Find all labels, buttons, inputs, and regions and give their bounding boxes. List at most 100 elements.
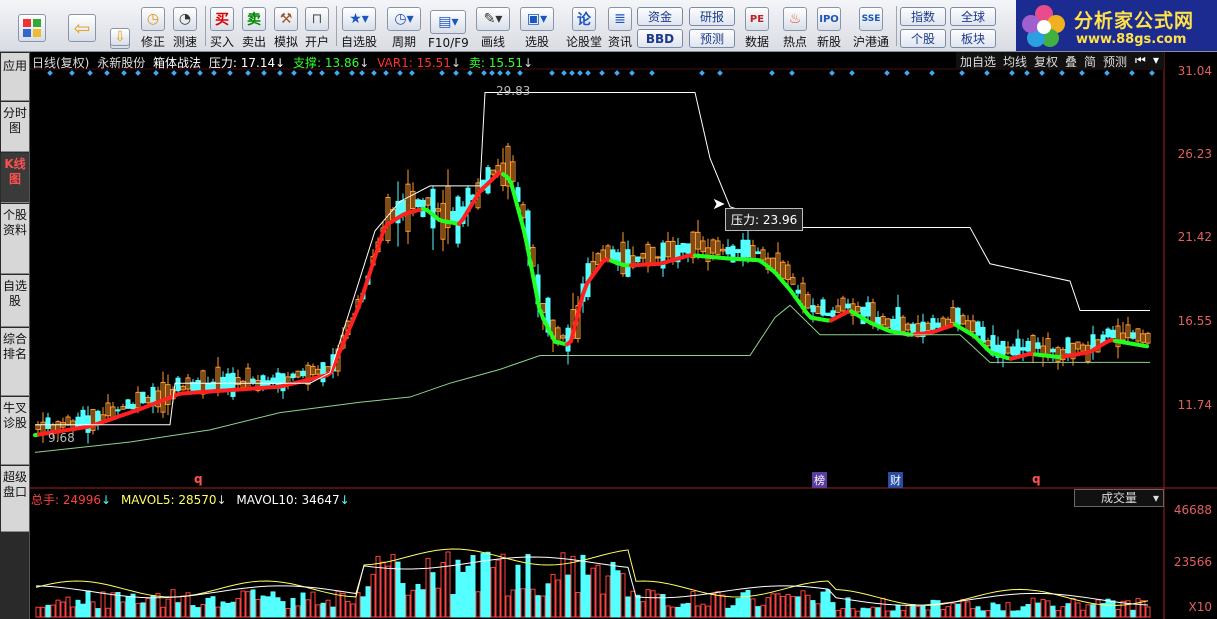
- toolbar-button-open-account[interactable]: ⊓ 开户: [305, 2, 329, 50]
- adjust-button[interactable]: 复权: [1034, 53, 1058, 69]
- tab-kline[interactable]: K线图: [1, 153, 29, 203]
- toolbar-button-ipo[interactable]: IPO 新股: [817, 2, 841, 50]
- volume-bar: [440, 561, 446, 618]
- pill-forecast[interactable]: 预测: [689, 29, 735, 48]
- toolbar-label: 数据: [745, 35, 770, 49]
- indicator-line: [517, 210, 525, 229]
- toolbar-button-f10[interactable]: ▤▾ F10/F9: [428, 2, 469, 50]
- event-marker[interactable]: 财: [888, 472, 903, 488]
- candle-body: [450, 211, 456, 223]
- arrow-down-button[interactable]: ⇩: [110, 26, 130, 48]
- volume-bar: [150, 595, 156, 618]
- candle-body: [1130, 332, 1136, 339]
- volume-bar: [755, 606, 761, 618]
- tab-apps[interactable]: 应用: [1, 53, 29, 101]
- toolbar-button-draw[interactable]: ✎▾ 画线: [476, 2, 510, 50]
- toolbar-button-simulate[interactable]: ⚒ 模拟: [274, 2, 298, 50]
- volume-bar: [1010, 610, 1016, 618]
- chevron-down-icon: ▾: [1152, 491, 1159, 505]
- volume-bar: [975, 606, 981, 618]
- candle-body: [1035, 342, 1041, 349]
- pill-research[interactable]: 研报: [689, 7, 735, 26]
- add-watchlist-button[interactable]: 加自选: [960, 53, 996, 69]
- first-page-icon[interactable]: ⏮: [1135, 53, 1146, 68]
- toolbar-button-data[interactable]: PE 数据: [745, 2, 769, 50]
- simple-button[interactable]: 简: [1084, 53, 1096, 69]
- back-button[interactable]: ⇦: [68, 2, 96, 50]
- volume-bar: [295, 605, 301, 618]
- kline-chart-area[interactable]: 日线(复权) 永新股份 箱体战法 压力: 17.14↓ 支撑: 13.86↓ V…: [30, 52, 1217, 619]
- buy-icon: 买: [210, 7, 234, 31]
- toolbar-button-period[interactable]: ◷▾ 周期: [387, 2, 421, 50]
- signal-diamond: [1009, 70, 1015, 76]
- tab-intraday[interactable]: 分时图: [1, 102, 29, 152]
- pill-global[interactable]: 全球: [950, 7, 996, 26]
- tab-watchlist[interactable]: 自选股: [1, 275, 29, 327]
- toolbar-button-hot[interactable]: ♨ 热点: [783, 2, 807, 50]
- main-toolbar: ⇦ ⇧ ⇩ ◷修正 ◔测速 买买入 卖卖出 ⚒模拟 ⊓开户 ★▾自选股 ◷▾周期…: [0, 0, 1217, 52]
- volume-header: 总手: 24996↓ MAVOL5: 28570↓ MAVOL10: 34647…: [31, 493, 350, 507]
- pill-bbd[interactable]: BBD: [637, 29, 683, 48]
- chevron-down-icon[interactable]: ▾: [1153, 53, 1159, 68]
- toolbar-button-screener[interactable]: ▣▾ 选股: [520, 2, 554, 50]
- pill-funds[interactable]: 资金: [637, 7, 683, 26]
- pill-index[interactable]: 指数: [900, 7, 946, 26]
- speed-clock-icon: ◔: [173, 7, 197, 31]
- volume-bar: [870, 606, 876, 618]
- toolbar-label: 周期: [391, 35, 416, 49]
- volume-bar: [1110, 600, 1116, 618]
- pill-sector[interactable]: 板块: [950, 29, 996, 48]
- volume-bar: [510, 589, 516, 618]
- volume-bar: [390, 554, 396, 618]
- hk-connect-icon: SSE: [859, 7, 883, 31]
- toolbar-button-forum[interactable]: 论论股堂: [566, 2, 602, 50]
- volume-bar: [105, 607, 111, 618]
- candle-body: [725, 247, 731, 255]
- event-marker[interactable]: q: [1032, 472, 1041, 486]
- signal-diamond: [261, 70, 267, 76]
- signal-diamond: [211, 70, 217, 76]
- pill-stock[interactable]: 个股: [900, 29, 946, 48]
- toolbar-button-watchlist[interactable]: ★▾ 自选股: [341, 2, 377, 50]
- tab-label: K线图: [4, 157, 26, 186]
- tab-diagnosis[interactable]: 牛叉诊股: [1, 397, 29, 465]
- volume-bar: [940, 609, 946, 618]
- sell-value: 卖: 15.51: [468, 56, 524, 70]
- event-marker[interactable]: 榜: [812, 472, 827, 488]
- toolbar-button-news[interactable]: ≣ 资讯: [608, 2, 632, 50]
- overlay-button[interactable]: 叠: [1065, 53, 1077, 69]
- volume-bar: [935, 600, 941, 618]
- candle-body: [975, 321, 981, 336]
- signal-diamond: [489, 70, 495, 76]
- volume-bar: [910, 604, 916, 618]
- forecast-button[interactable]: 预测: [1103, 53, 1127, 69]
- volume-bar: [430, 572, 436, 618]
- tab-super-orderbook[interactable]: 超级盘口: [1, 466, 29, 532]
- apps-grid-button[interactable]: [18, 2, 46, 50]
- candle-body: [935, 322, 941, 328]
- volume-bar: [580, 554, 586, 618]
- volume-bar: [1140, 600, 1146, 618]
- candle-body: [890, 318, 896, 331]
- tab-ranking[interactable]: 综合排名: [1, 328, 29, 396]
- volume-bar: [1070, 597, 1076, 618]
- signal-diamond: [577, 70, 583, 76]
- event-marker[interactable]: q: [194, 472, 203, 486]
- volume-bar: [110, 592, 116, 618]
- volume-bar: [115, 592, 121, 618]
- volume-bar: [645, 589, 651, 618]
- volume-bar: [395, 561, 401, 618]
- toolbar-button-sell[interactable]: 卖卖出: [242, 2, 266, 50]
- indicator-dropdown[interactable]: 成交量 ▾: [1074, 489, 1164, 507]
- var1-value: VAR1: 15.51: [377, 56, 451, 70]
- toolbar-button-hk-connect[interactable]: SSE 沪港通: [853, 2, 889, 50]
- mavol10-value: MAVOL10: 34647: [236, 493, 340, 507]
- ma-button[interactable]: 均线: [1003, 53, 1027, 69]
- toolbar-button-fix[interactable]: ◷ 修正: [141, 2, 165, 50]
- toolbar-button-speedtest[interactable]: ◔ 测速: [173, 2, 197, 50]
- candle-body: [430, 188, 436, 229]
- tab-profile[interactable]: 个股资料: [1, 204, 29, 274]
- fire-icon: ♨: [783, 7, 807, 31]
- volume-bar: [485, 551, 491, 618]
- toolbar-button-buy[interactable]: 买买入: [210, 2, 234, 50]
